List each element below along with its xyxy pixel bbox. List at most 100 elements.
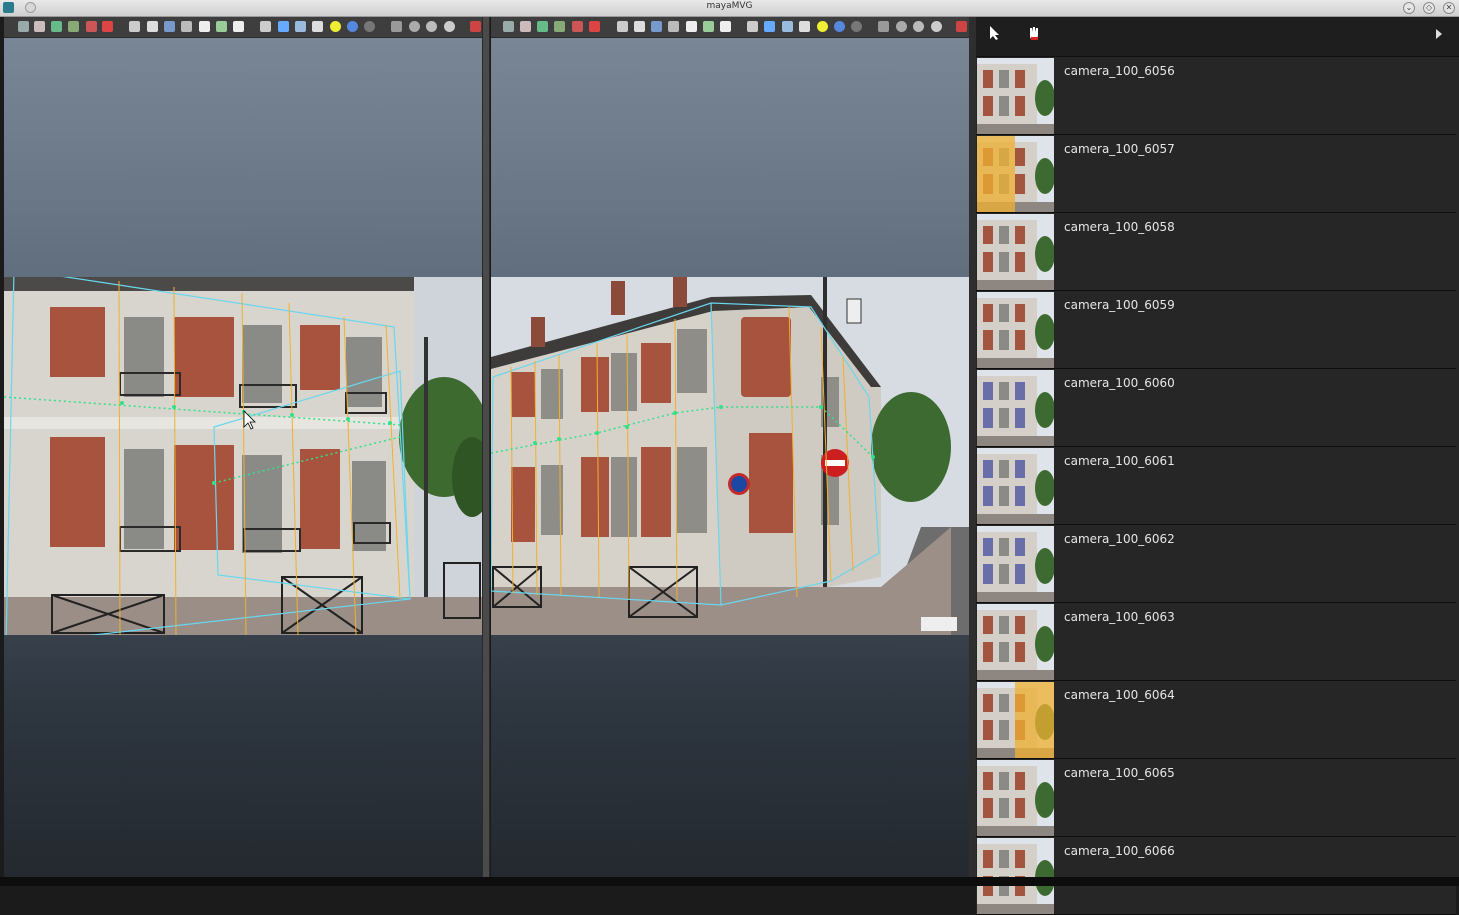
motion-blur-icon[interactable] [913,21,924,32]
viewport-splitter[interactable] [482,17,490,877]
smooth-shade-icon[interactable] [147,21,158,32]
camera-list-item[interactable]: camera_100_6061 [976,447,1456,525]
bookmark-icon[interactable] [520,21,531,32]
camera-icon[interactable] [503,21,514,32]
smooth-shade-icon[interactable] [634,21,645,32]
camera-label: camera_100_6058 [1064,220,1175,234]
camera-label: camera_100_6057 [1064,142,1175,156]
viewport-right[interactable] [491,17,969,877]
panel-menu-icon[interactable] [956,21,967,32]
camera-list-item[interactable]: camera_100_6059 [976,291,1456,369]
ao-icon[interactable] [409,21,420,32]
camera-list-item[interactable]: camera_100_6057 [976,135,1456,213]
camera-list-item[interactable]: camera_100_6066 [976,837,1456,915]
image-plane-icon[interactable] [537,21,548,32]
sphere-dark-icon[interactable] [364,21,375,32]
lighting-icon[interactable] [668,21,679,32]
bookmark-icon[interactable] [34,21,45,32]
camera-label: camera_100_6060 [1064,376,1175,390]
ao-icon[interactable] [896,21,907,32]
camera-label: camera_100_6061 [1064,454,1175,468]
cube-shaded-icon[interactable] [782,21,793,32]
minimize-button[interactable]: ⌄ [1403,2,1415,14]
textured-icon[interactable] [651,21,662,32]
viewport-right-toolbar [491,17,969,38]
aa-icon[interactable] [931,21,942,32]
camera-list-item[interactable]: camera_100_6062 [976,525,1456,603]
sphere-icon[interactable] [834,21,845,32]
film-gate-icon[interactable] [572,21,583,32]
hud-icon[interactable] [878,21,889,32]
panel-menu-icon[interactable] [470,21,481,32]
hand-place-icon[interactable] [1023,25,1045,47]
camera-list-item[interactable]: camera_100_6064 [976,681,1456,759]
window-title: mayaMVG [706,1,753,11]
hud-icon[interactable] [391,21,402,32]
camera-thumbnail [977,448,1054,524]
light-icon[interactable] [330,21,341,32]
shadows-icon[interactable] [199,21,210,32]
checker-icon[interactable] [799,21,810,32]
status-strip [0,877,1459,886]
aa-icon[interactable] [444,21,455,32]
camera-list-item[interactable]: camera_100_6065 [976,759,1456,837]
triangle-right-icon[interactable] [1428,25,1450,47]
film-gate-icon[interactable] [86,21,97,32]
camera-icon[interactable] [18,21,29,32]
resolution-gate-icon[interactable] [589,21,600,32]
cube-icon[interactable] [764,21,775,32]
xray-icon[interactable] [703,21,714,32]
light-icon[interactable] [817,21,828,32]
grid-icon[interactable] [68,21,79,32]
arrow-cursor-icon[interactable] [984,25,1006,47]
camera-thumbnail [977,838,1054,914]
camera-list-item[interactable]: camera_100_6058 [976,213,1456,291]
sidebar-toolbar [976,17,1459,57]
image-plane-right [491,277,969,635]
wireframe-icon[interactable] [617,21,628,32]
camera-thumbnail [977,682,1054,758]
camera-list-item[interactable]: camera_100_6056 [976,57,1456,135]
camera-thumbnail [977,526,1054,602]
viewport-left-toolbar [4,17,482,38]
wireframe-icon[interactable] [129,21,140,32]
camera-label: camera_100_6062 [1064,532,1175,546]
photo-left-svg [4,277,482,635]
xray-icon[interactable] [216,21,227,32]
sphere-dark-icon[interactable] [851,21,862,32]
cube-icon[interactable] [278,21,289,32]
camera-thumbnail [977,760,1054,836]
text-icon[interactable] [720,21,731,32]
textured-icon[interactable] [164,21,175,32]
shadows-icon[interactable] [686,21,697,32]
camera-label: camera_100_6063 [1064,610,1175,624]
close-button[interactable]: ✕ [1443,2,1455,14]
camera-thumbnail [977,214,1054,290]
sidebar-splitter[interactable] [969,17,976,877]
checker-icon[interactable] [312,21,323,32]
text-icon[interactable] [233,21,244,32]
maximize-button[interactable]: ◇ [1423,2,1435,14]
title-bar: mayaMVG ⌄ ◇ ✕ [0,0,1459,17]
cube-shaded-icon[interactable] [295,21,306,32]
camera-list-item[interactable]: camera_100_6063 [976,603,1456,681]
image-plane-left [4,277,482,635]
camera-thumbnail [977,58,1054,134]
camera-thumbnail [977,370,1054,446]
camera-thumbnail [977,604,1054,680]
sphere-icon[interactable] [347,21,358,32]
resolution-gate-icon[interactable] [102,21,113,32]
camera-thumbnail [977,136,1054,212]
lighting-icon[interactable] [181,21,192,32]
isolate-icon[interactable] [260,21,271,32]
camera-thumbnail [977,292,1054,368]
motion-blur-icon[interactable] [426,21,437,32]
image-plane-icon[interactable] [51,21,62,32]
photo-right-svg [491,277,969,635]
camera-label: camera_100_6064 [1064,688,1175,702]
viewport-left[interactable] [4,17,482,877]
camera-list-item[interactable]: camera_100_6060 [976,369,1456,447]
isolate-icon[interactable] [747,21,758,32]
camera-label: camera_100_6059 [1064,298,1175,312]
grid-icon[interactable] [554,21,565,32]
